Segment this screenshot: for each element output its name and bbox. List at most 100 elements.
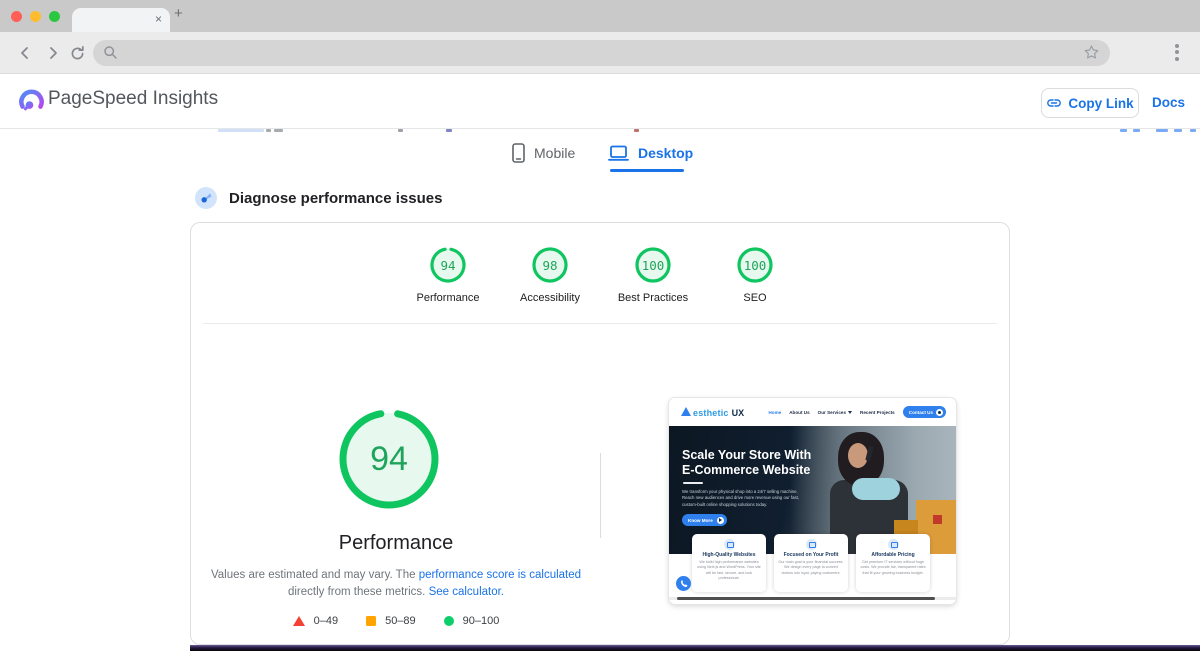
preview-feature-card: High-Quality Websites We build high perf… <box>692 534 766 592</box>
score-note: Values are estimated and may vary. The p… <box>206 567 586 601</box>
desktop-laptop-icon <box>608 145 629 161</box>
headline-underline <box>683 482 703 484</box>
page-title: PageSpeed Insights <box>48 88 219 109</box>
preview-nav-home: Home <box>768 409 782 415</box>
browser-menu-icon[interactable] <box>1172 41 1182 65</box>
back-icon[interactable] <box>17 45 33 61</box>
active-tab-underline <box>610 169 684 172</box>
preview-nav-projects: Recent Projects <box>860 409 895 415</box>
headline-line1: Scale Your Store With <box>682 448 812 462</box>
note-text: Values are estimated and may vary. The <box>210 569 419 581</box>
score-label: Performance <box>416 292 480 304</box>
close-window-button[interactable] <box>11 11 22 22</box>
brand-word: esthetic <box>693 407 729 418</box>
brand-suffix: UX <box>731 407 745 418</box>
phone-icon <box>680 579 687 587</box>
preview-know-more-button: Know More <box>682 514 727 526</box>
legend-circle-icon <box>443 616 454 626</box>
preview-headline: Scale Your Store With E-Commerce Website <box>682 448 811 478</box>
tab-mobile-label: Mobile <box>534 145 576 161</box>
arrow-circle-icon <box>716 516 724 524</box>
browser-toolbar <box>0 32 1200 74</box>
legend-item-high: 90–100 <box>443 615 500 627</box>
note-text: directly from these metrics. <box>287 586 429 598</box>
app-header: PageSpeed Insights Copy Link Docs <box>0 74 1200 129</box>
score-label: Accessibility <box>520 292 580 304</box>
score-label: SEO <box>743 292 767 304</box>
score-value: 100 <box>743 257 767 273</box>
performance-score-link[interactable]: performance score is calculated <box>419 569 581 581</box>
brand-triangle-icon <box>681 406 691 416</box>
maximize-window-button[interactable] <box>49 11 60 22</box>
feature-card-title: High-Quality Websites <box>702 552 756 558</box>
score-value: 94 <box>440 257 456 273</box>
preview-nav-services: Our Services <box>817 409 853 415</box>
minimize-window-button[interactable] <box>30 11 41 22</box>
profit-icon <box>805 539 817 550</box>
preview-navbar: esthetic UX Home About Us Our Services R… <box>669 398 956 426</box>
know-more-label: Know More <box>688 517 713 523</box>
score-label: Best Practices <box>617 292 689 304</box>
preview-brand-logo: esthetic UX <box>679 406 745 418</box>
link-icon <box>1047 99 1062 107</box>
copy-link-label: Copy Link <box>1068 95 1134 111</box>
forward-icon[interactable] <box>45 45 61 61</box>
feature-card-text: We build high performance websites using… <box>697 560 761 581</box>
mobile-phone-icon <box>512 143 525 163</box>
docs-link[interactable]: Docs <box>1152 95 1185 110</box>
browser-tab[interactable]: × <box>72 8 170 32</box>
copy-link-button[interactable]: Copy Link <box>1041 88 1139 118</box>
bookmark-star-icon[interactable] <box>1083 44 1100 61</box>
legend-item-low: 0–49 <box>292 615 339 627</box>
browser-window: × + PageSpeed Insights Copy Link Docs Mo… <box>0 0 1200 651</box>
pagespeed-logo-icon <box>19 89 44 111</box>
legend-label: 50–89 <box>385 615 416 627</box>
tab-mobile[interactable]: Mobile <box>512 140 575 166</box>
preview-scrollbar-thumb[interactable] <box>677 597 935 600</box>
feature-card-title: Affordable Pricing <box>871 552 915 558</box>
tab-desktop-label: Desktop <box>638 145 694 161</box>
search-icon <box>104 46 117 59</box>
browser-tab-strip: × + <box>0 0 1200 32</box>
preview-hero-copy: We transform your physical shop into a 2… <box>682 489 800 507</box>
legend-label: 90–100 <box>462 615 500 627</box>
caret-down-icon <box>848 410 853 414</box>
score-legend: 0–49 50–89 90–100 <box>191 615 601 627</box>
preview-nav-services-label: Our Services <box>817 409 847 415</box>
preview-feature-card: Focused on Your Profit Our main goal is … <box>774 534 848 592</box>
headline-line2: E-Commerce Website <box>682 463 811 477</box>
score-gauge-best-practices[interactable]: 100 Best Practices <box>603 246 703 304</box>
divider <box>203 323 997 324</box>
score-value: 98 <box>542 257 558 273</box>
preview-contact-button: Contact Us <box>902 406 946 418</box>
legend-triangle-icon <box>292 616 305 626</box>
pricing-icon <box>887 539 899 550</box>
preview-feature-card: Affordable Pricing Get premium IT servic… <box>856 534 930 592</box>
next-section-edge <box>190 645 1200 651</box>
legend-square-icon <box>366 616 377 626</box>
feature-card-text: Our main goal is your financial success.… <box>778 560 844 575</box>
legend-label: 0–49 <box>313 615 339 627</box>
close-tab-icon[interactable]: × <box>155 12 162 26</box>
websites-icon <box>723 539 735 550</box>
tab-desktop[interactable]: Desktop <box>608 140 693 166</box>
site-preview-screenshot[interactable]: esthetic UX Home About Us Our Services R… <box>669 398 956 604</box>
feature-card-text: Get premium IT services without huge cos… <box>860 560 926 575</box>
column-divider <box>600 453 601 538</box>
score-gauge-seo[interactable]: 100 SEO <box>705 246 805 304</box>
score-value: 100 <box>641 257 665 273</box>
new-tab-button[interactable]: + <box>174 5 183 22</box>
performance-gauge-title: Performance <box>338 532 454 554</box>
report-card: 94 Performance 98 Accessibility 100 Best… <box>190 222 1010 645</box>
diagnose-gauge-icon <box>195 187 217 209</box>
feature-card-title: Focused on Your Profit <box>783 552 839 558</box>
preview-nav-links: Home About Us Our Services Recent Projec… <box>768 406 946 418</box>
section-header: Diagnose performance issues <box>195 186 442 210</box>
reload-icon[interactable] <box>69 45 86 62</box>
performance-gauge-value: 94 <box>370 439 408 478</box>
see-calculator-link[interactable]: See calculator. <box>429 586 504 598</box>
arrow-circle-icon <box>936 408 943 416</box>
score-gauge-accessibility[interactable]: 98 Accessibility <box>500 246 600 304</box>
address-bar[interactable] <box>93 40 1110 66</box>
score-gauge-performance[interactable]: 94 Performance <box>398 246 498 304</box>
